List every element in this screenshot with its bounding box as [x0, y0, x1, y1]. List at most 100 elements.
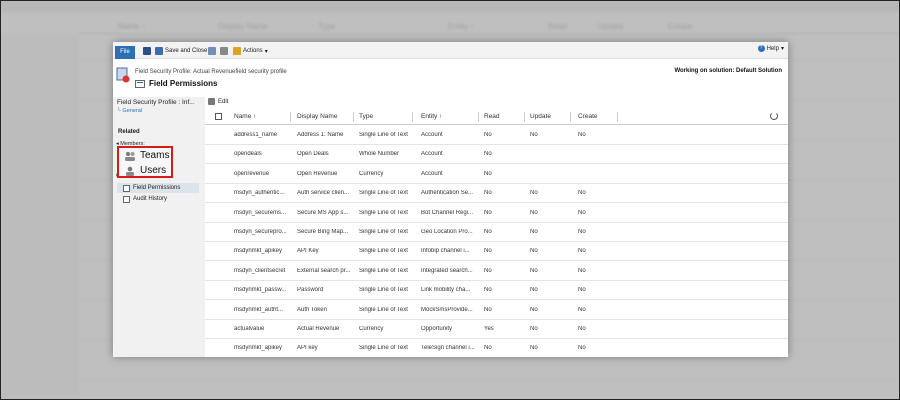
table-row[interactable]: msdyn_clientsecret External search pr... S…	[205, 262, 788, 281]
select-all-checkbox[interactable]	[215, 113, 222, 120]
table-cell: Currency	[359, 326, 384, 332]
actions-menu[interactable]: Actions ▾	[233, 45, 268, 57]
table-cell: No	[484, 345, 492, 352]
nav-item-field-permissions[interactable]: Field Permissions	[117, 183, 199, 193]
column-separator[interactable]	[478, 112, 479, 122]
grid-toolbar: Edit	[208, 97, 228, 106]
teams-label: Teams	[140, 150, 170, 161]
table-row[interactable]: msdynmkt_apikey API Key Single Line of Tex…	[205, 242, 788, 262]
help-icon: ?	[757, 45, 765, 52]
nav-general-link[interactable]: └ General	[117, 108, 142, 114]
solution-status: Working on solution: Default Solution	[674, 68, 782, 74]
members-highlight: Teams Users	[117, 146, 173, 178]
col-entity[interactable]: Entity ↑	[421, 113, 442, 120]
print-button[interactable]	[220, 45, 228, 57]
table-row[interactable]: actualvalue Actual Revenue Currency Opportu…	[205, 320, 788, 339]
table-cell: Open Deals	[297, 151, 329, 158]
teams-icon	[125, 151, 135, 161]
nav-item-users[interactable]: Users	[124, 165, 166, 176]
col-name[interactable]: Name ↑	[234, 113, 256, 120]
table-cell: Account	[421, 151, 443, 158]
table-cell: No	[578, 132, 586, 138]
column-separator[interactable]	[524, 112, 525, 122]
table-cell: Link mobility cha...	[421, 287, 471, 294]
table-cell: No	[578, 248, 586, 255]
table-cell: Password	[297, 287, 324, 294]
related-heading: Related	[118, 129, 140, 135]
table-cell: No	[530, 267, 538, 274]
column-separator[interactable]	[290, 112, 291, 122]
table-cell: No	[484, 248, 492, 255]
table-cell: Whole Number	[359, 151, 400, 158]
refresh-icon[interactable]	[770, 112, 778, 120]
column-separator[interactable]	[353, 112, 354, 122]
table-row[interactable]: msdynmkt_apikey API key Single Line of Tex…	[205, 339, 788, 357]
table-cell: MockSmsProvide...	[421, 306, 473, 313]
save-close-icon	[155, 47, 163, 55]
table-cell: No	[578, 287, 586, 294]
grid-header: Name ↑ Display Name Type Entity ↑ Read U…	[205, 109, 788, 125]
col-type[interactable]: Type	[359, 113, 373, 120]
table-cell: No	[484, 190, 492, 197]
field-permissions-dialog: File Save and Close Actions ▾ ? Help ▾ F…	[113, 42, 788, 357]
edit-button[interactable]: Edit	[218, 99, 228, 105]
table-cell: msdynmkt_apikey	[234, 248, 283, 255]
nav-item-teams[interactable]: Teams	[124, 150, 169, 161]
table-cell: msdynmkt_apikey	[234, 345, 283, 352]
table-cell: No	[530, 306, 538, 313]
table-cell: Opportunity	[421, 326, 453, 332]
breadcrumb: Field Security Profile: Actual Revenuefi…	[135, 69, 287, 75]
record-title: Field Security Profile : Inf...	[117, 99, 195, 106]
table-row[interactable]: msdynmkt_passw... Password Single Line of …	[205, 281, 788, 301]
table-cell: No	[530, 190, 538, 197]
table-cell: No	[530, 132, 538, 138]
field-permissions-grid: Edit Name ↑ Display Name Type Entity ↑ R…	[205, 97, 788, 357]
table-row[interactable]: openrevenue Open Revenue Currency Account No	[205, 165, 788, 184]
help-label: Help	[766, 45, 779, 52]
col-display-name[interactable]: Display Name	[297, 113, 337, 120]
table-cell: Geo Location Pro...	[421, 229, 473, 235]
table-cell: No	[484, 267, 492, 274]
nav-item-label: Field Permissions	[133, 185, 181, 191]
col-read[interactable]: Read	[484, 113, 500, 120]
assign-button[interactable]	[208, 45, 216, 57]
table-row[interactable]: msdyn_authentic... Auth service clien... S…	[205, 184, 788, 204]
ribbon: File Save and Close Actions ▾ ? Help ▾	[113, 42, 788, 59]
help-menu[interactable]: ? Help ▾	[757, 45, 784, 52]
table-cell: Address 1: Name	[297, 132, 344, 138]
chevron-down-icon: ▾	[264, 48, 268, 55]
table-row[interactable]: opendeals Open Deals Whole Number Account No	[205, 145, 788, 165]
col-update[interactable]: Update	[530, 113, 551, 120]
table-cell: openrevenue	[234, 170, 270, 177]
table-cell: msdyn_securems...	[234, 209, 287, 216]
table-row[interactable]: msdynmkt_autht... Auth Token Single Line o…	[205, 301, 788, 320]
table-cell: No	[578, 229, 586, 235]
table-cell: No	[484, 306, 492, 313]
table-cell: Bot Channel Regi...	[421, 209, 474, 216]
column-separator[interactable]	[412, 112, 413, 122]
table-cell: msdynmkt_autht...	[234, 306, 284, 313]
file-button[interactable]: File	[115, 46, 135, 59]
table-row[interactable]: address1_name Address 1: Name Single Line …	[205, 126, 788, 145]
save-and-close-button[interactable]: Save and Close	[155, 45, 207, 57]
nav-item-audit-history[interactable]: Audit History	[117, 194, 199, 204]
table-row[interactable]: msdyn_securepro... Secure Bing Map... Sing…	[205, 223, 788, 242]
table-cell: TeleSign channel i...	[421, 345, 475, 352]
table-cell: No	[530, 209, 538, 216]
left-navigation: Field Security Profile : Inf... └ Genera…	[113, 97, 205, 357]
table-cell: API Key	[297, 248, 319, 255]
col-create[interactable]: Create	[578, 113, 598, 120]
table-cell: msdyn_securepro...	[234, 229, 287, 235]
save-button[interactable]	[143, 45, 151, 57]
table-row[interactable]: msdyn_securems... Secure MS App s... Singl…	[205, 204, 788, 223]
table-cell: Infobip channel i...	[421, 248, 470, 255]
column-separator[interactable]	[570, 112, 571, 122]
table-cell: address1_name	[234, 132, 278, 138]
column-separator[interactable]	[617, 112, 618, 122]
user-icon	[126, 166, 134, 176]
table-cell: Account	[421, 132, 443, 138]
table-cell: No	[484, 229, 492, 235]
field-permissions-nav-icon	[123, 184, 130, 192]
table-cell: No	[530, 248, 538, 255]
table-cell: No	[578, 326, 586, 332]
